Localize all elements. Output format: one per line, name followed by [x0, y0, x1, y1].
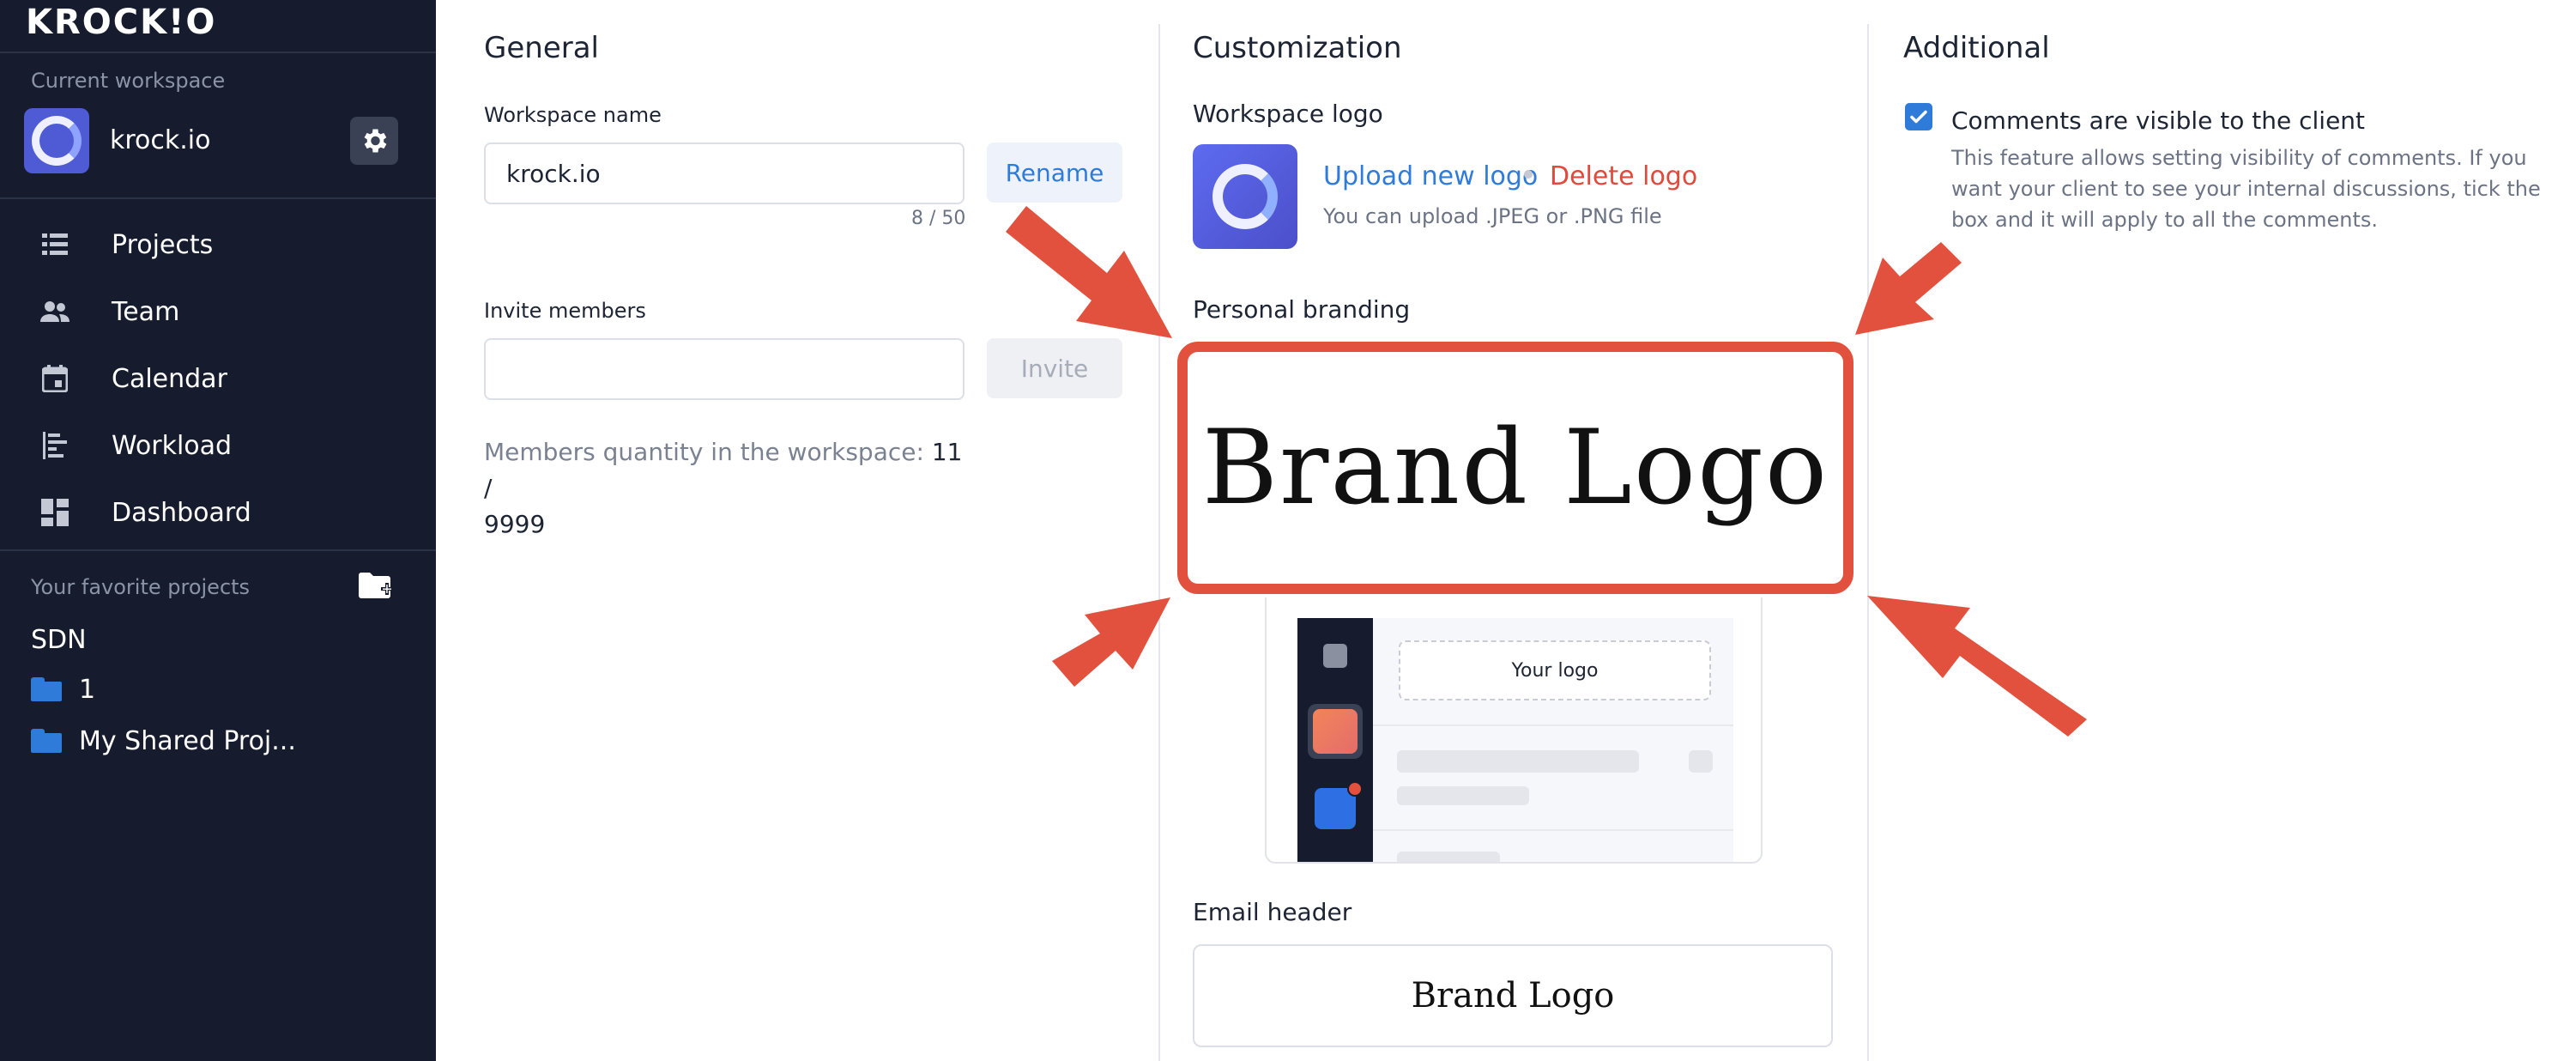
- sidebar-item-workload[interactable]: Workload: [0, 415, 436, 476]
- brand-logo-text: Brand Logo: [1201, 408, 1829, 528]
- sidebar-item-label: Projects: [112, 229, 214, 260]
- personal-branding-label: Personal branding: [1193, 295, 1411, 324]
- favorite-project-item[interactable]: 1: [31, 668, 95, 711]
- email-header-label: Email header: [1193, 898, 1352, 926]
- dashboard-icon: [38, 495, 72, 530]
- column-divider: [1158, 24, 1160, 1061]
- sidebar: KROCK!O Current workspace krock.io Proje…: [0, 0, 436, 1061]
- workspace-logo-preview: [1193, 144, 1297, 249]
- general-section-title: General: [484, 31, 599, 65]
- preview-skeleton-bar: [1689, 750, 1713, 773]
- people-icon: [38, 294, 72, 329]
- comments-visible-label[interactable]: Comments are visible to the client: [1951, 106, 2365, 135]
- comments-visible-checkbox[interactable]: [1905, 103, 1932, 130]
- preview-skeleton-bar: [1397, 852, 1500, 862]
- sidebar-item-label: Calendar: [112, 363, 227, 394]
- workspace-avatar[interactable]: [24, 108, 89, 173]
- project-label: My Shared Proj...: [79, 725, 296, 756]
- delete-logo-link[interactable]: Delete logo: [1550, 161, 1697, 191]
- column-divider: [1867, 24, 1869, 1061]
- preview-skeleton-bar: [1397, 750, 1639, 773]
- workspace-settings-button[interactable]: [350, 117, 398, 165]
- workspace-logo-icon: [1212, 164, 1278, 229]
- preview-skeleton-bar: [1397, 786, 1529, 805]
- calendar-icon: [38, 361, 72, 396]
- invite-members-label: Invite members: [484, 299, 646, 323]
- members-quantity-text: Members quantity in the workspace:: [484, 438, 924, 466]
- favorite-project-item[interactable]: My Shared Proj...: [31, 719, 296, 762]
- sidebar-item-label: Dashboard: [112, 497, 251, 528]
- project-label: 1: [79, 674, 96, 705]
- upload-hint: You can upload .JPEG or .PNG file: [1323, 204, 1662, 228]
- workspace-name[interactable]: krock.io: [110, 125, 211, 155]
- preview-menu-square: [1323, 644, 1347, 668]
- name-char-counter: 8 / 50: [911, 208, 966, 229]
- sidebar-item-calendar[interactable]: Calendar: [0, 349, 436, 409]
- members-quantity: Members quantity in the workspace: 11 / …: [484, 434, 964, 543]
- folder-plus-icon: [359, 573, 393, 598]
- sidebar-divider: [0, 549, 436, 551]
- members-max: 9999: [484, 510, 546, 538]
- comments-visible-description: This feature allows setting visibility o…: [1951, 146, 2541, 232]
- folder-icon: [31, 729, 62, 753]
- separator-dot: [1524, 170, 1533, 179]
- preview-divider: [1373, 725, 1733, 726]
- sidebar-item-label: Workload: [112, 430, 233, 461]
- workspace-logo-label: Workspace logo: [1193, 100, 1383, 128]
- sidebar-item-dashboard[interactable]: Dashboard: [0, 482, 436, 543]
- preview-sidebar: [1297, 618, 1373, 862]
- email-header-logo[interactable]: Brand Logo: [1193, 944, 1833, 1047]
- additional-section-title: Additional: [1903, 31, 2050, 65]
- notification-dot: [1347, 781, 1363, 797]
- sidebar-divider: [0, 197, 436, 199]
- workspace-name-input[interactable]: [484, 142, 964, 204]
- workload-icon: [38, 428, 72, 463]
- add-favorite-folder-button[interactable]: [359, 572, 396, 606]
- rename-button[interactable]: Rename: [987, 142, 1122, 203]
- sidebar-item-projects[interactable]: Projects: [0, 215, 436, 275]
- folder-icon: [31, 677, 62, 701]
- current-workspace-caption: Current workspace: [31, 69, 226, 93]
- workspace-logo-icon: [32, 116, 82, 166]
- preview-app-icon: [1313, 709, 1358, 754]
- customization-section-title: Customization: [1193, 31, 1402, 65]
- check-icon: [1910, 110, 1927, 124]
- list-icon: [38, 227, 72, 262]
- personal-branding-logo[interactable]: Brand Logo: [1177, 342, 1853, 594]
- invite-members-input[interactable]: [484, 338, 964, 400]
- branding-preview: Your logo: [1265, 597, 1763, 864]
- email-brand-logo-text: Brand Logo: [1411, 976, 1615, 1016]
- sidebar-item-label: Team: [112, 296, 180, 327]
- krockio-logo[interactable]: KROCK!O: [26, 2, 216, 43]
- sidebar-divider: [0, 52, 436, 53]
- workspace-name-label: Workspace name: [484, 103, 662, 127]
- project-group-title[interactable]: SDN: [31, 625, 87, 655]
- favorite-projects-caption: Your favorite projects: [31, 575, 251, 599]
- preview-main: Your logo: [1373, 618, 1733, 862]
- upload-logo-link[interactable]: Upload new logo: [1323, 161, 1538, 191]
- preview-divider: [1373, 829, 1733, 831]
- sidebar-item-team[interactable]: Team: [0, 282, 436, 342]
- gear-icon: [364, 129, 387, 153]
- invite-button[interactable]: Invite: [987, 338, 1122, 398]
- preview-logo-placeholder: Your logo: [1399, 640, 1711, 700]
